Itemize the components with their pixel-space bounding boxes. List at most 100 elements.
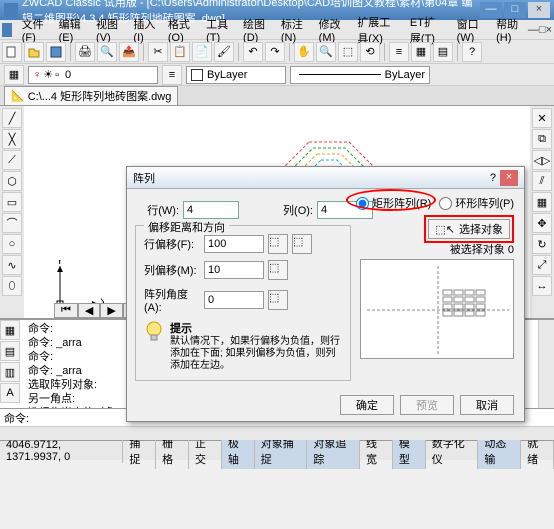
- array-preview: [360, 259, 514, 359]
- tab-nav-next[interactable]: ▶: [100, 303, 122, 318]
- layer-manager-button[interactable]: ▦: [4, 65, 24, 85]
- close-button[interactable]: ×: [528, 2, 550, 18]
- rect-array-radio[interactable]: 矩形阵列(R): [356, 195, 431, 211]
- zoom-button[interactable]: 🔍: [316, 42, 336, 62]
- dialog-close-button[interactable]: ×: [500, 170, 518, 186]
- menu-help[interactable]: 帮助(H): [490, 14, 528, 46]
- mirror-tool[interactable]: ◁▷: [532, 150, 552, 170]
- offset-tool[interactable]: ⫽: [532, 171, 552, 191]
- preview-button[interactable]: 🔍: [97, 42, 117, 62]
- select-objects-button[interactable]: ⬚↖ 选择对象: [428, 219, 510, 239]
- command-scrollbar-h[interactable]: [0, 426, 554, 440]
- standard-toolbar: 🖨 🔍 📤 ✂ 📋 📄 🖌 ↶ ↷ ✋ 🔍 ⬚ ⟲ ≡ ▦ ▤ ?: [0, 40, 554, 64]
- arc-tool[interactable]: ⌒: [2, 213, 22, 233]
- copy-tool[interactable]: ⧉: [532, 129, 552, 149]
- cmd-icon-2[interactable]: ▤: [0, 341, 20, 361]
- hint-label: 提示: [170, 320, 342, 336]
- dialog-help-button[interactable]: ?: [490, 172, 496, 184]
- dwg-icon: 📐: [11, 89, 25, 102]
- rows-input[interactable]: [183, 201, 239, 219]
- pick-col-offset-button[interactable]: ⬚: [268, 260, 288, 280]
- select-objects-highlight: ⬚↖ 选择对象: [424, 215, 514, 243]
- help-button[interactable]: ?: [462, 42, 482, 62]
- open-button[interactable]: [24, 42, 44, 62]
- zoom-prev-button[interactable]: ⟲: [360, 42, 380, 62]
- scale-tool[interactable]: ⤢: [532, 255, 552, 275]
- rows-label: 行(W):: [135, 202, 179, 218]
- doc-minimize-button[interactable]: —: [528, 24, 539, 36]
- redo-button[interactable]: ↷: [265, 42, 285, 62]
- command-prompt: 命令:: [4, 410, 29, 426]
- tab-nav-prev[interactable]: ◀: [78, 303, 100, 318]
- doc-close-button[interactable]: ×: [546, 24, 552, 36]
- publish-button[interactable]: 📤: [119, 42, 139, 62]
- color-dropdown[interactable]: ByLayer: [186, 66, 286, 84]
- selected-count: 被选择对象 0: [450, 241, 514, 257]
- array-type-radios: 矩形阵列(R) 环形阵列(P): [356, 195, 514, 211]
- tab-nav-start[interactable]: ⏮: [54, 303, 78, 318]
- copy-button[interactable]: 📋: [170, 42, 190, 62]
- draw-toolbar: ╱ ╳ ⟋ ⬡ ▭ ⌒ ○ ∿ ⬯: [0, 106, 24, 318]
- menu-bar: 文件(F) 编辑(E) 视图(V) 插入(I) 格式(O) 工具(T) 绘图(D…: [0, 20, 554, 40]
- col-offset-input[interactable]: [204, 261, 264, 279]
- pan-button[interactable]: ✋: [294, 42, 314, 62]
- document-tab-label: C:\...4 矩形阵列地砖图案.dwg: [28, 88, 172, 104]
- dialog-title: 阵列: [133, 170, 490, 186]
- new-button[interactable]: [2, 42, 22, 62]
- ellipse-tool[interactable]: ⬯: [2, 276, 22, 296]
- ok-button[interactable]: 确定: [340, 395, 394, 415]
- preview-button[interactable]: 预览: [400, 395, 454, 415]
- pick-row-offset-button[interactable]: ⬚: [268, 234, 288, 254]
- cols-label: 列(O):: [269, 202, 313, 218]
- row-offset-label: 行偏移(F):: [144, 236, 200, 252]
- polar-array-radio[interactable]: 环形阵列(P): [439, 195, 514, 211]
- modify-toolbar: ✕ ⧉ ◁▷ ⫽ ▦ ✥ ↻ ⤢ ↔: [530, 106, 554, 318]
- dialog-titlebar[interactable]: 阵列 ? ×: [127, 167, 524, 189]
- layer-dropdown[interactable]: ♀☀▫0: [28, 66, 158, 84]
- save-button[interactable]: [46, 42, 66, 62]
- layer-states-button[interactable]: ≡: [162, 65, 182, 85]
- svg-text:Y: Y: [56, 260, 64, 267]
- line-tool[interactable]: ╱: [2, 108, 22, 128]
- hint-row: 提示 默认情况下，如果行偏移为负值，则行添加在下面; 如果列偏移为负值，则列添加…: [144, 320, 342, 372]
- doc-restore-button[interactable]: □: [539, 24, 546, 36]
- polygon-tool[interactable]: ⬡: [2, 171, 22, 191]
- cmd-icon-3[interactable]: ▥: [0, 362, 20, 382]
- cut-button[interactable]: ✂: [148, 42, 168, 62]
- tool-palette-button[interactable]: ▤: [433, 42, 453, 62]
- pline-tool[interactable]: ⟋: [2, 150, 22, 170]
- offset-groupbox: 偏移距离和方向 行偏移(F): ⬚ ⬚ 列偏移(M): ⬚ 阵列角度(A): ⬚: [135, 225, 351, 381]
- pick-angle-button[interactable]: ⬚: [268, 290, 288, 310]
- undo-button[interactable]: ↶: [243, 42, 263, 62]
- move-tool[interactable]: ✥: [532, 213, 552, 233]
- paste-button[interactable]: 📄: [192, 42, 212, 62]
- design-center-button[interactable]: ▦: [411, 42, 431, 62]
- dialog-buttons: 确定 预览 取消: [127, 389, 524, 421]
- angle-label: 阵列角度(A):: [144, 286, 200, 314]
- rectangle-tool[interactable]: ▭: [2, 192, 22, 212]
- document-tab-bar: 📐 C:\...4 矩形阵列地砖图案.dwg: [0, 86, 554, 106]
- angle-input[interactable]: [204, 291, 264, 309]
- offset-group-title: 偏移距离和方向: [144, 219, 229, 235]
- document-tab[interactable]: 📐 C:\...4 矩形阵列地砖图案.dwg: [4, 86, 178, 106]
- erase-tool[interactable]: ✕: [532, 108, 552, 128]
- cmd-icon-1[interactable]: ▦: [0, 320, 20, 340]
- pick-both-offset-button[interactable]: ⬚: [292, 234, 312, 254]
- cancel-button[interactable]: 取消: [460, 395, 514, 415]
- coordinates: 4046.9712, 1371.9937, 0: [0, 439, 123, 463]
- spline-tool[interactable]: ∿: [2, 255, 22, 275]
- properties-button[interactable]: ≡: [389, 42, 409, 62]
- xline-tool[interactable]: ╳: [2, 129, 22, 149]
- array-tool[interactable]: ▦: [532, 192, 552, 212]
- hint-text: 默认情况下，如果行偏移为负值，则行添加在下面; 如果列偏移为负值，则列添加在左边…: [170, 336, 342, 372]
- rotate-tool[interactable]: ↻: [532, 234, 552, 254]
- linetype-dropdown[interactable]: ByLayer: [290, 66, 430, 84]
- match-button[interactable]: 🖌: [214, 42, 234, 62]
- print-button[interactable]: 🖨: [75, 42, 95, 62]
- stretch-tool[interactable]: ↔: [532, 276, 552, 296]
- cmd-scrollbar[interactable]: [538, 320, 554, 408]
- circle-tool[interactable]: ○: [2, 234, 22, 254]
- row-offset-input[interactable]: [204, 235, 264, 253]
- cmd-icon-4[interactable]: A: [0, 383, 20, 403]
- zoom-window-button[interactable]: ⬚: [338, 42, 358, 62]
